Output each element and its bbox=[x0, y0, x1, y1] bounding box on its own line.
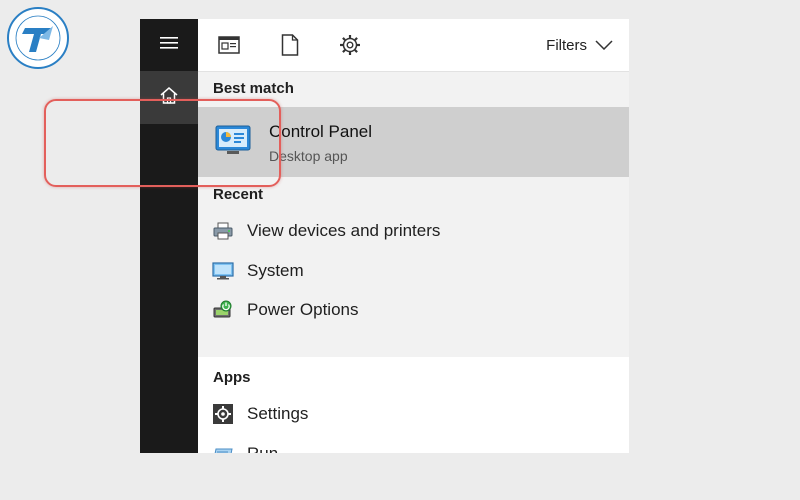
best-match-subtitle: Desktop app bbox=[269, 148, 348, 164]
filters-dropdown[interactable]: Filters bbox=[546, 34, 613, 56]
watermark-logo bbox=[6, 6, 70, 70]
apps-section: Apps Settings bbox=[198, 357, 629, 453]
recent-item-label: System bbox=[247, 261, 304, 280]
app-item-settings[interactable]: Settings bbox=[198, 395, 629, 433]
recent-item-system[interactable]: System bbox=[198, 252, 629, 290]
search-content: Filters Best match Control Panel Desktop… bbox=[198, 19, 629, 453]
app-item-run[interactable]: Run bbox=[198, 435, 629, 453]
search-results: Best match Control Panel Desktop app Rec… bbox=[198, 72, 629, 453]
filters-label: Filters bbox=[546, 36, 587, 54]
chevron-down-icon bbox=[595, 37, 613, 54]
best-match-result[interactable]: Control Panel Desktop app bbox=[198, 107, 629, 177]
recent-item-power-options[interactable]: Power Options bbox=[198, 291, 629, 329]
settings-gear-icon bbox=[211, 402, 235, 426]
recent-item-devices-printers[interactable]: View devices and printers bbox=[198, 212, 629, 250]
printer-icon bbox=[211, 219, 235, 243]
app-item-label: Run bbox=[247, 444, 278, 453]
apps-heading: Apps bbox=[213, 369, 251, 386]
best-match-heading: Best match bbox=[213, 80, 294, 97]
document-view-icon[interactable] bbox=[217, 33, 241, 57]
power-options-icon bbox=[211, 298, 235, 322]
file-icon[interactable] bbox=[278, 33, 302, 57]
control-panel-icon bbox=[215, 125, 251, 155]
recent-heading: Recent bbox=[213, 186, 264, 203]
gear-icon[interactable] bbox=[338, 33, 362, 57]
left-rail bbox=[140, 19, 198, 453]
home-icon bbox=[160, 86, 178, 109]
app-item-label: Settings bbox=[247, 404, 309, 423]
search-toolbar: Filters bbox=[198, 19, 629, 72]
recent-item-label: View devices and printers bbox=[247, 221, 441, 240]
best-match-title: Control Panel bbox=[269, 122, 373, 141]
menu-button[interactable] bbox=[140, 19, 198, 71]
hamburger-icon bbox=[160, 36, 178, 54]
recent-item-label: Power Options bbox=[247, 300, 359, 319]
home-button[interactable] bbox=[140, 71, 198, 124]
monitor-icon bbox=[211, 259, 235, 283]
run-icon bbox=[211, 442, 235, 453]
start-search-panel: Filters Best match Control Panel Desktop… bbox=[140, 19, 629, 453]
